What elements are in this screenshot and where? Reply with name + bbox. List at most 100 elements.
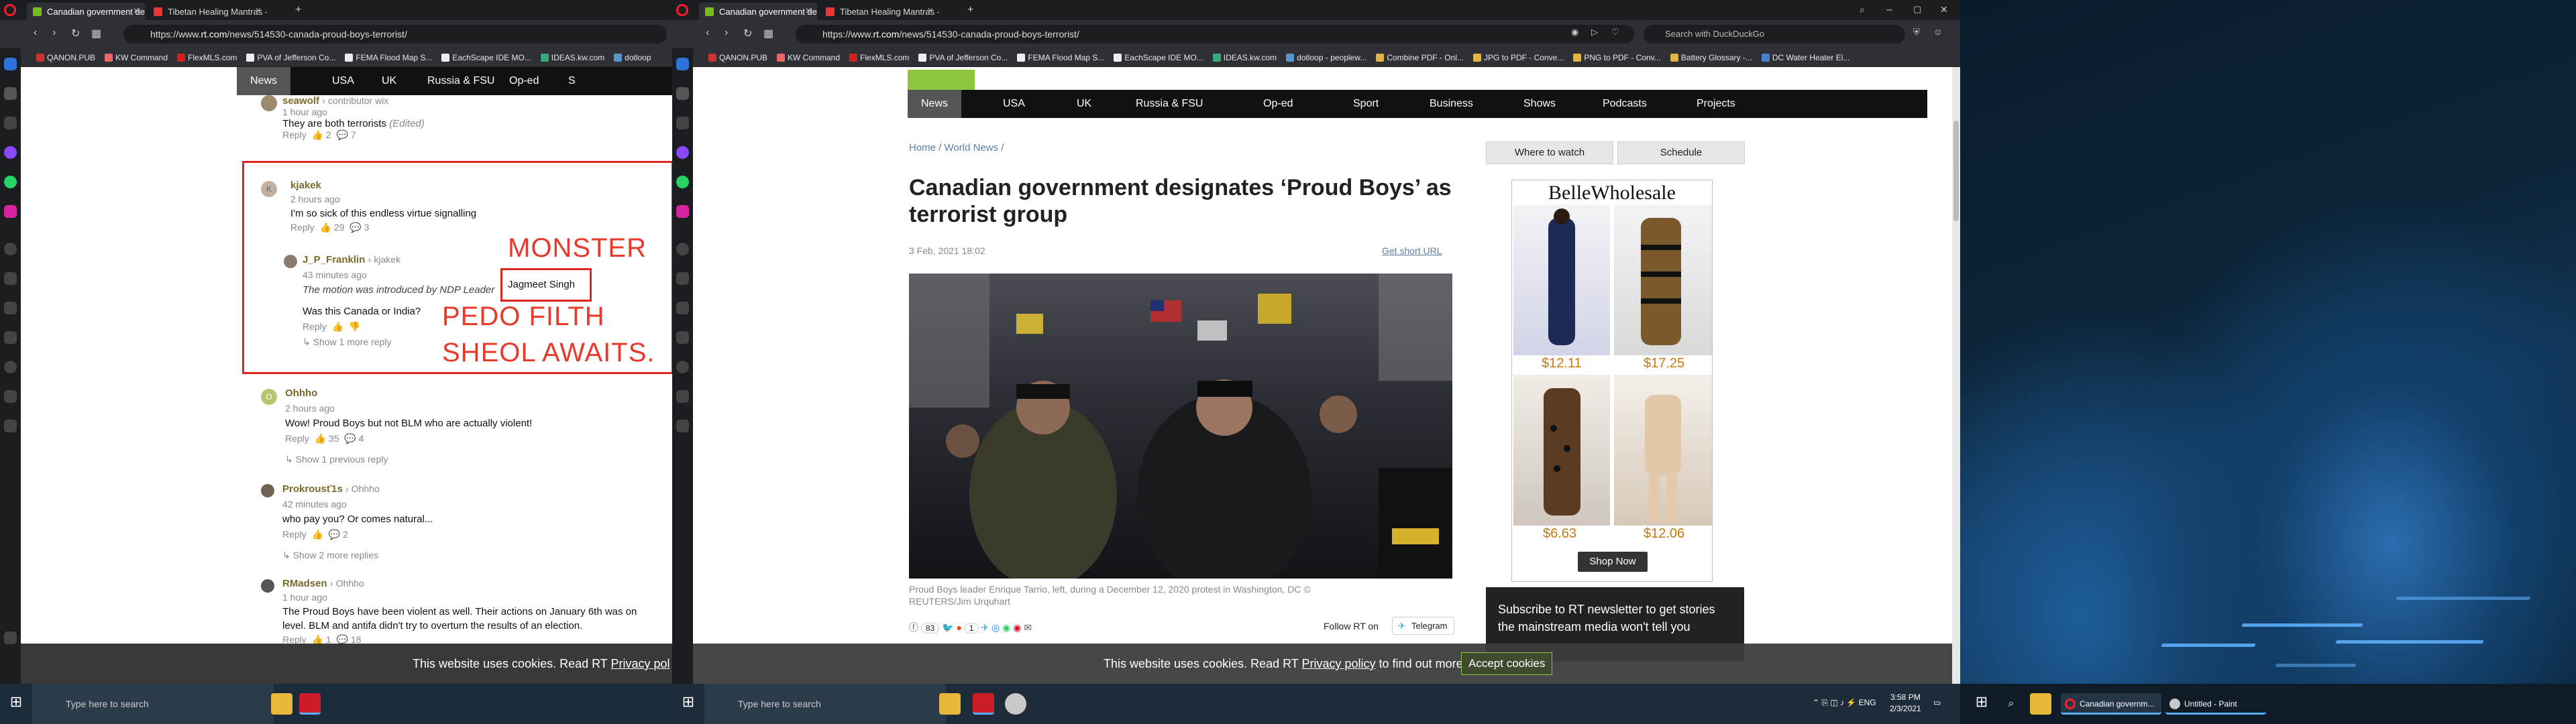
whatsapp-icon[interactable] bbox=[676, 176, 689, 188]
nav-sport[interactable]: Sport bbox=[1353, 98, 1379, 110]
history-icon[interactable] bbox=[676, 361, 689, 373]
taskbar-app-opera[interactable]: Canadian governm... bbox=[2061, 693, 2161, 715]
search-icon[interactable]: ⌕ bbox=[2000, 693, 2022, 715]
player-icon[interactable] bbox=[676, 243, 689, 255]
tab-tibetan-mantras[interactable]: Tibetan Healing Mantras - ✕ bbox=[148, 3, 267, 20]
search-tabs-icon[interactable]: ⌕ bbox=[1860, 4, 1865, 15]
tabs-grid-icon[interactable]: ▦ bbox=[91, 27, 101, 40]
bookmark-item[interactable]: DC Water Heater El... bbox=[1760, 53, 1849, 62]
back-icon[interactable]: ‹ bbox=[34, 27, 37, 39]
settings-icon[interactable] bbox=[676, 390, 689, 403]
rt-logo[interactable] bbox=[908, 70, 975, 90]
shield-icon[interactable]: ⛨ bbox=[1913, 27, 1920, 38]
bookmark-item[interactable]: FEMA Flood Map S... bbox=[343, 53, 432, 62]
nav-russia[interactable]: Russia & FSU bbox=[1136, 98, 1203, 110]
bookmark-item[interactable]: FlexMLS.com bbox=[176, 53, 237, 62]
taskbar-app-paint[interactable]: Untitled - Paint bbox=[2165, 693, 2266, 715]
taskbar-search[interactable]: Type here to search bbox=[32, 684, 274, 724]
nav-podcasts[interactable]: Podcasts bbox=[1603, 98, 1647, 110]
telegram-follow-button[interactable]: ✈ Telegram bbox=[1392, 617, 1455, 635]
messenger-icon[interactable] bbox=[676, 146, 689, 159]
telegram-share-icon[interactable]: ✈ bbox=[981, 622, 989, 633]
bookmark-item[interactable]: dotloop bbox=[612, 53, 651, 62]
bookmark-item[interactable]: FEMA Flood Map S... bbox=[1016, 53, 1104, 62]
article-photo[interactable] bbox=[909, 274, 1452, 579]
account-icon[interactable]: ☺ bbox=[1933, 27, 1942, 37]
send-icon[interactable] bbox=[676, 272, 689, 285]
accept-cookies-button[interactable]: Accept cookies bbox=[1461, 652, 1553, 675]
pinterest-share-icon[interactable]: ◉ bbox=[1013, 622, 1021, 633]
pin-icon[interactable] bbox=[4, 420, 17, 432]
opera-logo-icon[interactable] bbox=[4, 4, 16, 16]
nav-oped[interactable]: Op-ed bbox=[1263, 98, 1293, 110]
more-icon[interactable] bbox=[4, 631, 17, 644]
reply-link[interactable]: Reply bbox=[290, 222, 315, 233]
search-field[interactable]: Search with DuckDuckGo bbox=[1644, 25, 1905, 44]
tab-tibetan-mantras[interactable]: Tibetan Healing Mantras - ✕ bbox=[820, 3, 939, 20]
nav-usa[interactable]: USA bbox=[1003, 98, 1025, 110]
nav-uk[interactable]: UK bbox=[1077, 98, 1091, 110]
nav-news[interactable]: News bbox=[237, 67, 291, 95]
whatsapp-share-icon[interactable]: ◉ bbox=[1002, 622, 1010, 633]
bookmark-item[interactable]: QANON.PUB bbox=[707, 53, 767, 62]
short-url-link[interactable]: Get short URL bbox=[1382, 245, 1442, 256]
reload-icon[interactable]: ↻ bbox=[743, 27, 752, 40]
close-tab-icon[interactable]: ✕ bbox=[805, 6, 812, 15]
bookmark-item[interactable]: JPG to PDF - Conve... bbox=[1472, 53, 1564, 62]
privacy-policy-link[interactable]: Privacy pol bbox=[611, 657, 670, 670]
bookmark-item[interactable]: EachScape IDE MO... bbox=[440, 53, 531, 62]
tab-canadian-government[interactable]: Canadian government desi ✕ bbox=[699, 3, 817, 20]
twitter-share-icon[interactable]: 🐦 bbox=[942, 622, 953, 633]
new-tab-icon[interactable]: + bbox=[967, 4, 973, 16]
news-icon[interactable] bbox=[676, 117, 689, 129]
close-window-icon[interactable]: ✕ bbox=[1940, 4, 1948, 15]
show-more-replies[interactable]: ↳ Show 1 more reply bbox=[303, 337, 391, 347]
file-explorer-icon[interactable] bbox=[2030, 693, 2051, 715]
close-tab-icon[interactable]: ✕ bbox=[133, 6, 140, 15]
breadcrumb-world-news[interactable]: World News bbox=[945, 142, 999, 154]
start-icon[interactable]: ⊞ bbox=[1971, 693, 1992, 715]
reply-link[interactable]: Reply bbox=[282, 529, 307, 540]
reply-link[interactable]: Reply bbox=[303, 321, 327, 332]
privacy-policy-link[interactable]: Privacy policy bbox=[1302, 657, 1376, 670]
nav-more[interactable]: S bbox=[568, 75, 576, 87]
bookmark-item[interactable]: PVA of Jefferson Co... bbox=[245, 53, 335, 62]
address-bar[interactable]: https://www.rt.com/news/514530-canada-pr… bbox=[123, 25, 667, 44]
nav-business[interactable]: Business bbox=[1430, 98, 1473, 110]
home-icon[interactable] bbox=[676, 87, 689, 100]
bookmark-item[interactable]: IDEAS.kw.com bbox=[1212, 53, 1277, 62]
reply-link[interactable]: Reply bbox=[282, 129, 307, 140]
heart-icon[interactable] bbox=[4, 331, 17, 344]
facebook-share-icon[interactable]: ⓕ bbox=[909, 622, 918, 633]
heart-icon[interactable]: ♡ bbox=[1611, 27, 1619, 38]
minimize-icon[interactable]: – bbox=[1886, 4, 1892, 16]
start-icon[interactable]: ⊞ bbox=[678, 693, 699, 715]
reply-link[interactable]: Reply bbox=[285, 433, 309, 444]
show-more-replies[interactable]: ↳ Show 2 more replies bbox=[282, 548, 433, 562]
bookmark-item[interactable]: PNG to PDF - Conv... bbox=[1572, 53, 1661, 62]
bookmark-item[interactable]: Battery Glossary -... bbox=[1669, 53, 1752, 62]
player-icon[interactable] bbox=[4, 243, 17, 255]
bookmark-item[interactable]: Combine PDF - Onl... bbox=[1375, 53, 1464, 62]
opera-taskbar-icon[interactable] bbox=[299, 693, 321, 715]
news-icon[interactable] bbox=[4, 117, 17, 129]
nav-usa[interactable]: USA bbox=[332, 75, 354, 87]
opera-taskbar-icon[interactable] bbox=[973, 693, 994, 715]
shop-now-button[interactable]: Shop Now bbox=[1578, 552, 1648, 572]
bookmark-item[interactable]: EachScape IDE MO... bbox=[1112, 53, 1203, 62]
breadcrumb-home[interactable]: Home bbox=[909, 142, 936, 154]
paint-taskbar-icon[interactable] bbox=[1005, 693, 1026, 715]
tab-canadian-government[interactable]: Canadian government desi ✕ bbox=[27, 3, 145, 20]
email-share-icon[interactable]: ✉ bbox=[1024, 622, 1032, 633]
bookmark-item[interactable]: KW Command bbox=[775, 53, 840, 62]
send-icon[interactable] bbox=[4, 272, 17, 285]
show-previous-reply[interactable]: ↳ Show 1 previous reply bbox=[285, 452, 532, 467]
speed-dial-icon[interactable] bbox=[676, 58, 689, 70]
instagram-icon[interactable] bbox=[4, 205, 17, 218]
whatsapp-icon[interactable] bbox=[4, 176, 17, 188]
address-bar[interactable]: https://www.rt.com/news/514530-canada-pr… bbox=[796, 25, 1634, 44]
messenger-icon[interactable] bbox=[4, 146, 17, 159]
pin-icon[interactable] bbox=[676, 420, 689, 432]
advertisement[interactable]: BelleWholesale $12.11 $17.25 $6.63 $12.0… bbox=[1511, 180, 1713, 582]
history-icon[interactable] bbox=[4, 361, 17, 373]
